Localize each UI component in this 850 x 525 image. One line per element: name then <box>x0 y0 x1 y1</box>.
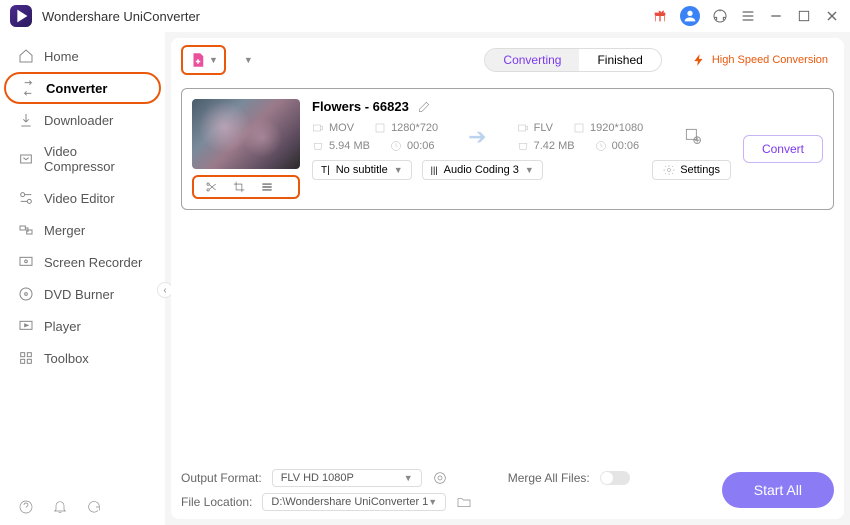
sidebar-item-converter[interactable]: Converter <box>4 72 161 104</box>
bell-icon[interactable] <box>52 499 68 515</box>
trim-icon[interactable] <box>204 180 218 194</box>
sidebar-item-downloader[interactable]: Downloader <box>0 104 165 136</box>
file-location-select[interactable]: D:\Wondershare UniConverter 1▼ <box>262 493 446 511</box>
toolbar: ▼ ▼ Converting Finished High Speed Conve… <box>171 38 844 82</box>
close-icon[interactable] <box>824 8 840 24</box>
app-logo <box>10 5 32 27</box>
sidebar-item-label: Merger <box>44 223 85 238</box>
output-settings-icon[interactable] <box>683 126 703 149</box>
add-url-button[interactable]: ▼ <box>236 51 259 69</box>
more-icon[interactable] <box>260 180 274 194</box>
dst-format: FLV <box>534 122 553 134</box>
sidebar-footer <box>18 499 102 515</box>
sidebar-item-recorder[interactable]: Screen Recorder <box>0 246 165 278</box>
sidebar-item-label: Downloader <box>44 113 113 128</box>
help-icon[interactable] <box>18 499 34 515</box>
sidebar-item-player[interactable]: Player <box>0 310 165 342</box>
subtitle-select[interactable]: T|No subtitle▼ <box>312 160 412 180</box>
file-title: Flowers - 66823 <box>312 99 409 114</box>
gift-icon[interactable] <box>652 8 668 24</box>
sidebar-item-label: Player <box>44 319 81 334</box>
sidebar-item-editor[interactable]: Video Editor <box>0 182 165 214</box>
item-settings-button[interactable]: Settings <box>652 160 731 180</box>
sidebar-item-dvd[interactable]: DVD Burner <box>0 278 165 310</box>
add-file-button[interactable]: ▼ <box>181 45 226 75</box>
sidebar-item-label: Toolbox <box>44 351 89 366</box>
open-folder-icon[interactable] <box>456 494 472 510</box>
sidebar-item-label: Video Compressor <box>44 144 147 174</box>
sidebar-item-label: Converter <box>46 81 107 96</box>
start-all-button[interactable]: Start All <box>722 472 834 508</box>
merge-toggle[interactable] <box>600 471 630 485</box>
video-thumbnail[interactable] <box>192 99 300 169</box>
high-speed-link[interactable]: High Speed Conversion <box>692 53 834 67</box>
sidebar-item-label: Home <box>44 49 79 64</box>
sidebar-item-compressor[interactable]: Video Compressor <box>0 136 165 182</box>
sidebar: Home Converter Downloader Video Compress… <box>0 32 165 525</box>
app-title: Wondershare UniConverter <box>42 9 200 24</box>
sidebar-item-label: Video Editor <box>44 191 115 206</box>
sync-icon[interactable] <box>86 499 102 515</box>
tab-converting[interactable]: Converting <box>485 49 579 71</box>
bottom-bar: Output Format: FLV HD 1080P▼ Merge All F… <box>181 469 834 511</box>
src-resolution: 1280*720 <box>391 122 438 134</box>
titlebar: Wondershare UniConverter <box>0 0 850 32</box>
file-location-label: File Location: <box>181 495 252 509</box>
rename-icon[interactable] <box>417 100 431 114</box>
dst-duration: 00:06 <box>612 140 640 152</box>
file-item-card: Flowers - 66823 MOV 1280*720 5.94 MB 00:… <box>181 88 834 210</box>
crop-icon[interactable] <box>232 180 246 194</box>
sidebar-item-toolbox[interactable]: Toolbox <box>0 342 165 374</box>
sidebar-item-home[interactable]: Home <box>0 40 165 72</box>
support-icon[interactable] <box>712 8 728 24</box>
convert-button[interactable]: Convert <box>743 135 823 163</box>
maximize-icon[interactable] <box>796 8 812 24</box>
main-panel: ▼ ▼ Converting Finished High Speed Conve… <box>171 38 844 519</box>
output-format-select[interactable]: FLV HD 1080P▼ <box>272 469 422 487</box>
dst-resolution: 1920*1080 <box>590 122 643 134</box>
merge-label: Merge All Files: <box>508 471 590 485</box>
avatar-icon[interactable] <box>680 6 700 26</box>
sidebar-item-merger[interactable]: Merger <box>0 214 165 246</box>
src-format: MOV <box>329 122 354 134</box>
sidebar-item-label: Screen Recorder <box>44 255 142 270</box>
minimize-icon[interactable] <box>768 8 784 24</box>
format-settings-icon[interactable] <box>432 470 448 486</box>
tab-finished[interactable]: Finished <box>579 49 660 71</box>
src-size: 5.94 MB <box>329 140 370 152</box>
output-format-label: Output Format: <box>181 471 262 485</box>
dst-size: 7.42 MB <box>534 140 575 152</box>
arrow-right-icon: ➔ <box>468 124 486 150</box>
thumb-tools <box>192 175 300 199</box>
sidebar-item-label: DVD Burner <box>44 287 114 302</box>
menu-icon[interactable] <box>740 8 756 24</box>
audio-select[interactable]: |||Audio Coding 3▼ <box>422 160 543 180</box>
src-duration: 00:06 <box>407 140 435 152</box>
